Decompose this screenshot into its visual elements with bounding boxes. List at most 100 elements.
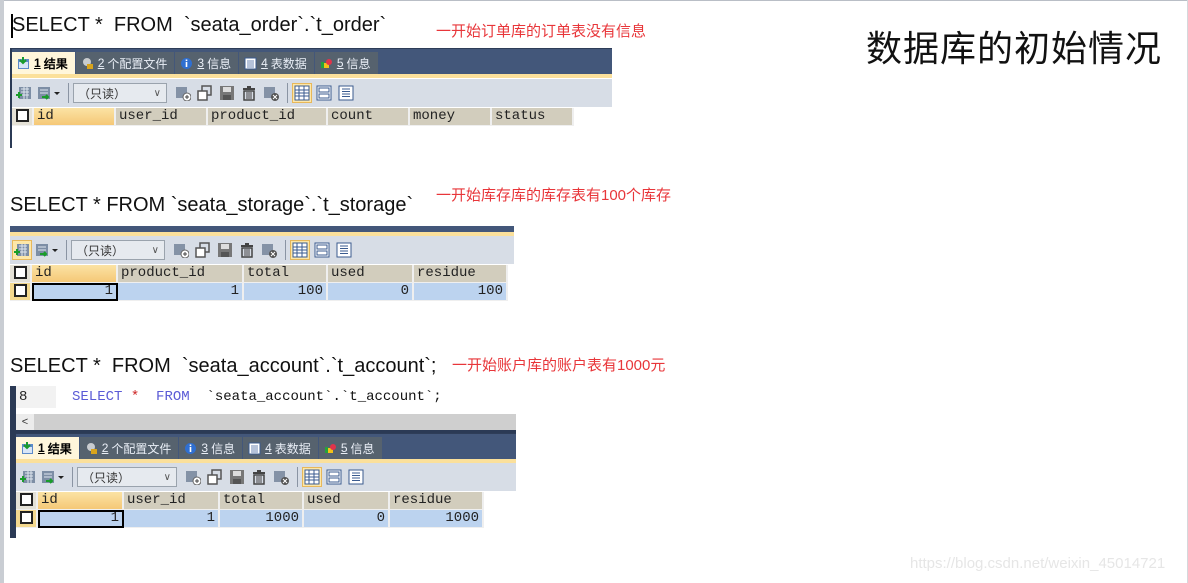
form-view-icon[interactable] xyxy=(314,83,334,103)
text-view-icon[interactable] xyxy=(334,240,354,260)
table-cell[interactable]: 0 xyxy=(304,510,390,528)
window-left-border xyxy=(0,0,4,583)
storage-toolbar: （只读） ∨ xyxy=(10,236,514,264)
grid-view-icon[interactable] xyxy=(302,467,322,487)
column-header[interactable]: total xyxy=(220,492,304,510)
account-query-heading: SELECT * FROM `seata_account`.`t_account… xyxy=(10,355,437,377)
column-header[interactable]: residue xyxy=(414,265,508,283)
tab-profile[interactable]: 2 个配置文件 xyxy=(79,437,180,459)
form-view-icon[interactable] xyxy=(324,467,344,487)
table-cell[interactable]: 1000 xyxy=(220,510,304,528)
tab-table-data[interactable]: 4 表数据 xyxy=(239,52,315,74)
info-icon xyxy=(184,442,197,455)
info-colored-icon xyxy=(324,442,337,455)
table-cell[interactable]: 100 xyxy=(414,283,508,301)
duplicate-row-icon[interactable] xyxy=(195,83,215,103)
grid-view-icon[interactable] xyxy=(292,83,312,103)
column-header[interactable]: total xyxy=(244,265,328,283)
tab-table-data[interactable]: 4 表数据 xyxy=(243,437,319,459)
add-row-icon[interactable] xyxy=(173,83,193,103)
column-header[interactable]: count xyxy=(328,108,410,126)
column-header[interactable]: id xyxy=(32,265,118,283)
insert-row-button[interactable] xyxy=(12,240,32,260)
select-all-checkbox[interactable] xyxy=(10,265,32,283)
tab-info-2[interactable]: 5 信息 xyxy=(314,52,379,74)
column-header[interactable]: money xyxy=(410,108,492,126)
cancel-changes-icon[interactable] xyxy=(259,240,279,260)
column-header[interactable]: product_id xyxy=(118,265,244,283)
scroll-left-arrow[interactable]: < xyxy=(16,414,34,430)
table-cell[interactable]: 0 xyxy=(328,283,414,301)
toolbar-separator xyxy=(285,240,286,260)
select-all-checkbox[interactable] xyxy=(16,492,38,510)
duplicate-row-icon[interactable] xyxy=(205,467,225,487)
tab-info[interactable]: 3 信息 xyxy=(179,437,244,459)
table-cell[interactable]: 1 xyxy=(32,283,118,301)
text-view-icon[interactable] xyxy=(336,83,356,103)
cancel-changes-icon[interactable] xyxy=(271,467,291,487)
column-header[interactable]: user_id xyxy=(124,492,220,510)
column-header[interactable]: used xyxy=(304,492,390,510)
form-view-icon[interactable] xyxy=(312,240,332,260)
chevron-down-icon: ∨ xyxy=(163,471,171,483)
insert-row-button[interactable] xyxy=(18,467,38,487)
watermark: https://blog.csdn.net/weixin_45014721 xyxy=(910,555,1166,572)
delete-icon[interactable] xyxy=(237,240,257,260)
export-dropdown-button[interactable] xyxy=(34,240,60,260)
table-cell[interactable]: 1 xyxy=(38,510,124,528)
column-header[interactable]: id xyxy=(34,108,116,126)
add-row-icon[interactable] xyxy=(171,240,191,260)
tab-info-2[interactable]: 5 信息 xyxy=(318,437,383,459)
table-cell[interactable]: 100 xyxy=(244,283,328,301)
save-icon[interactable] xyxy=(227,467,247,487)
delete-icon[interactable] xyxy=(239,83,259,103)
save-icon[interactable] xyxy=(215,240,235,260)
column-header[interactable]: residue xyxy=(390,492,484,510)
cancel-changes-icon[interactable] xyxy=(261,83,281,103)
column-header[interactable]: status xyxy=(492,108,574,126)
order-query-heading: SELECT * FROM `seata_order`.`t_order` xyxy=(12,14,387,36)
select-all-checkbox[interactable] xyxy=(12,108,34,126)
table-row[interactable]: 1 1 1000 0 1000 xyxy=(16,510,484,528)
row-checkbox[interactable] xyxy=(10,283,32,301)
export-dropdown-button[interactable] xyxy=(36,83,62,103)
tab-profile[interactable]: 2 个配置文件 xyxy=(75,52,176,74)
tab-result[interactable]: 1 结果 xyxy=(12,52,76,74)
readonly-select[interactable]: （只读） ∨ xyxy=(77,467,177,487)
add-row-icon[interactable] xyxy=(183,467,203,487)
save-icon[interactable] xyxy=(217,83,237,103)
page-title: 数据库的初始情况 xyxy=(866,28,1163,69)
toolbar-separator xyxy=(72,467,73,487)
row-checkbox[interactable] xyxy=(16,510,38,528)
grid-header-row: id user_id product_id count money status xyxy=(12,108,574,126)
duplicate-row-icon[interactable] xyxy=(193,240,213,260)
account-result-tabbar: 1 结果 2 个配置文件 3 信息 4 表数据 5 信息 xyxy=(16,433,516,463)
table-cell[interactable]: 1 xyxy=(124,510,220,528)
table-cell[interactable]: 1000 xyxy=(390,510,484,528)
table-cell[interactable]: 1 xyxy=(118,283,244,301)
account-toolbar: （只读） ∨ xyxy=(16,463,516,491)
column-header[interactable]: used xyxy=(328,265,414,283)
line-number: 8 xyxy=(16,386,56,408)
text-view-icon[interactable] xyxy=(346,467,366,487)
column-header[interactable]: user_id xyxy=(116,108,208,126)
tab-result[interactable]: 1 结果 xyxy=(16,437,80,459)
readonly-select[interactable]: （只读） ∨ xyxy=(71,240,165,260)
delete-icon[interactable] xyxy=(249,467,269,487)
column-header[interactable]: product_id xyxy=(208,108,328,126)
export-dropdown-button[interactable] xyxy=(40,467,66,487)
table-row[interactable]: 1 1 100 0 100 xyxy=(10,283,508,301)
profile-icon xyxy=(81,57,94,70)
tab-info[interactable]: 3 信息 xyxy=(175,52,240,74)
toolbar-separator xyxy=(68,83,69,103)
readonly-select[interactable]: （只读） ∨ xyxy=(73,83,167,103)
column-header[interactable]: id xyxy=(38,492,124,510)
order-result-grid: id user_id product_id count money status xyxy=(12,108,574,126)
horizontal-scrollbar[interactable]: < xyxy=(16,414,516,430)
storage-tabbar-fragment xyxy=(10,226,514,236)
sql-editor[interactable]: 8 SELECT * FROM `seata_account`.`t_accou… xyxy=(16,386,516,410)
chevron-down-icon: ∨ xyxy=(151,244,159,256)
grid-view-icon[interactable] xyxy=(290,240,310,260)
sql-code-line[interactable]: SELECT * FROM `seata_account`.`t_account… xyxy=(72,386,442,408)
insert-row-button[interactable] xyxy=(14,83,34,103)
